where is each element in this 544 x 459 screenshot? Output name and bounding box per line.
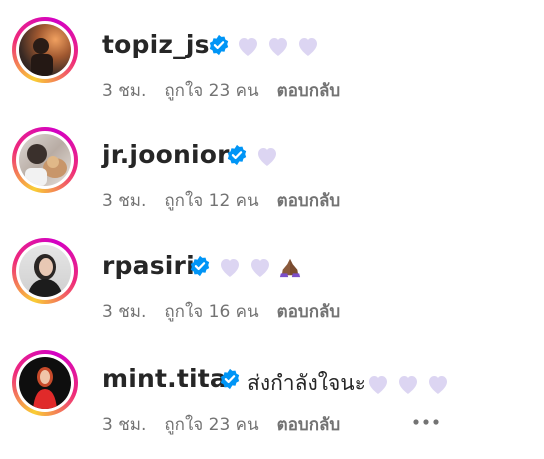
avatar[interactable]	[12, 238, 78, 304]
like-count[interactable]: ถูกใจ 16 คน	[164, 302, 258, 322]
comment-time: 3 ชม.	[102, 191, 147, 211]
avatar-photo	[19, 134, 71, 186]
avatar[interactable]	[12, 127, 78, 193]
verified-badge-icon	[220, 368, 240, 390]
username[interactable]: rpasiri	[102, 251, 195, 280]
heart-emoji-icon	[221, 259, 239, 277]
comment-text	[218, 254, 308, 278]
comment-text	[255, 143, 285, 167]
heart-emoji-icon	[398, 376, 417, 394]
comment-item: mint.tita ส่งกำลังใจนะ 3 ชม. ถูกใจ 23 คน ต…	[0, 0, 544, 435]
reply-button[interactable]: ตอบกลับ	[277, 191, 341, 211]
like-count[interactable]: ถูกใจ 23 คน	[164, 415, 258, 435]
heart-emoji-icon	[428, 376, 447, 394]
ellipsis-icon[interactable]	[412, 418, 440, 426]
heart-emoji-icon	[258, 148, 276, 166]
comment-meta: 3 ชม. ถูกใจ 12 คน ตอบกลับ	[102, 187, 358, 214]
reply-button[interactable]: ตอบกลับ	[277, 415, 341, 435]
praying-hands-emoji-icon	[279, 258, 301, 278]
reply-button[interactable]: ตอบกลับ	[277, 302, 341, 322]
comment-text-content: ส่งกำลังใจนะ	[247, 371, 366, 395]
comment-time: 3 ชม.	[102, 302, 147, 322]
comment-time: 3 ชม.	[102, 415, 147, 435]
username[interactable]: jr.joonior	[102, 140, 230, 169]
comment-text: ส่งกำลังใจนะ	[247, 367, 456, 400]
heart-emoji-icon	[368, 376, 387, 394]
username[interactable]: mint.tita	[102, 364, 227, 393]
avatar-photo	[19, 245, 71, 297]
verified-badge-icon	[227, 144, 247, 166]
verified-badge-icon	[190, 255, 210, 277]
like-count[interactable]: ถูกใจ 12 คน	[164, 191, 258, 211]
avatar[interactable]	[12, 350, 78, 416]
avatar-photo	[19, 357, 71, 409]
comment-meta: 3 ชม. ถูกใจ 16 คน ตอบกลับ	[102, 298, 358, 325]
comment-meta: 3 ชม. ถูกใจ 23 คน ตอบกลับ	[102, 411, 358, 438]
heart-emoji-icon	[251, 259, 269, 277]
